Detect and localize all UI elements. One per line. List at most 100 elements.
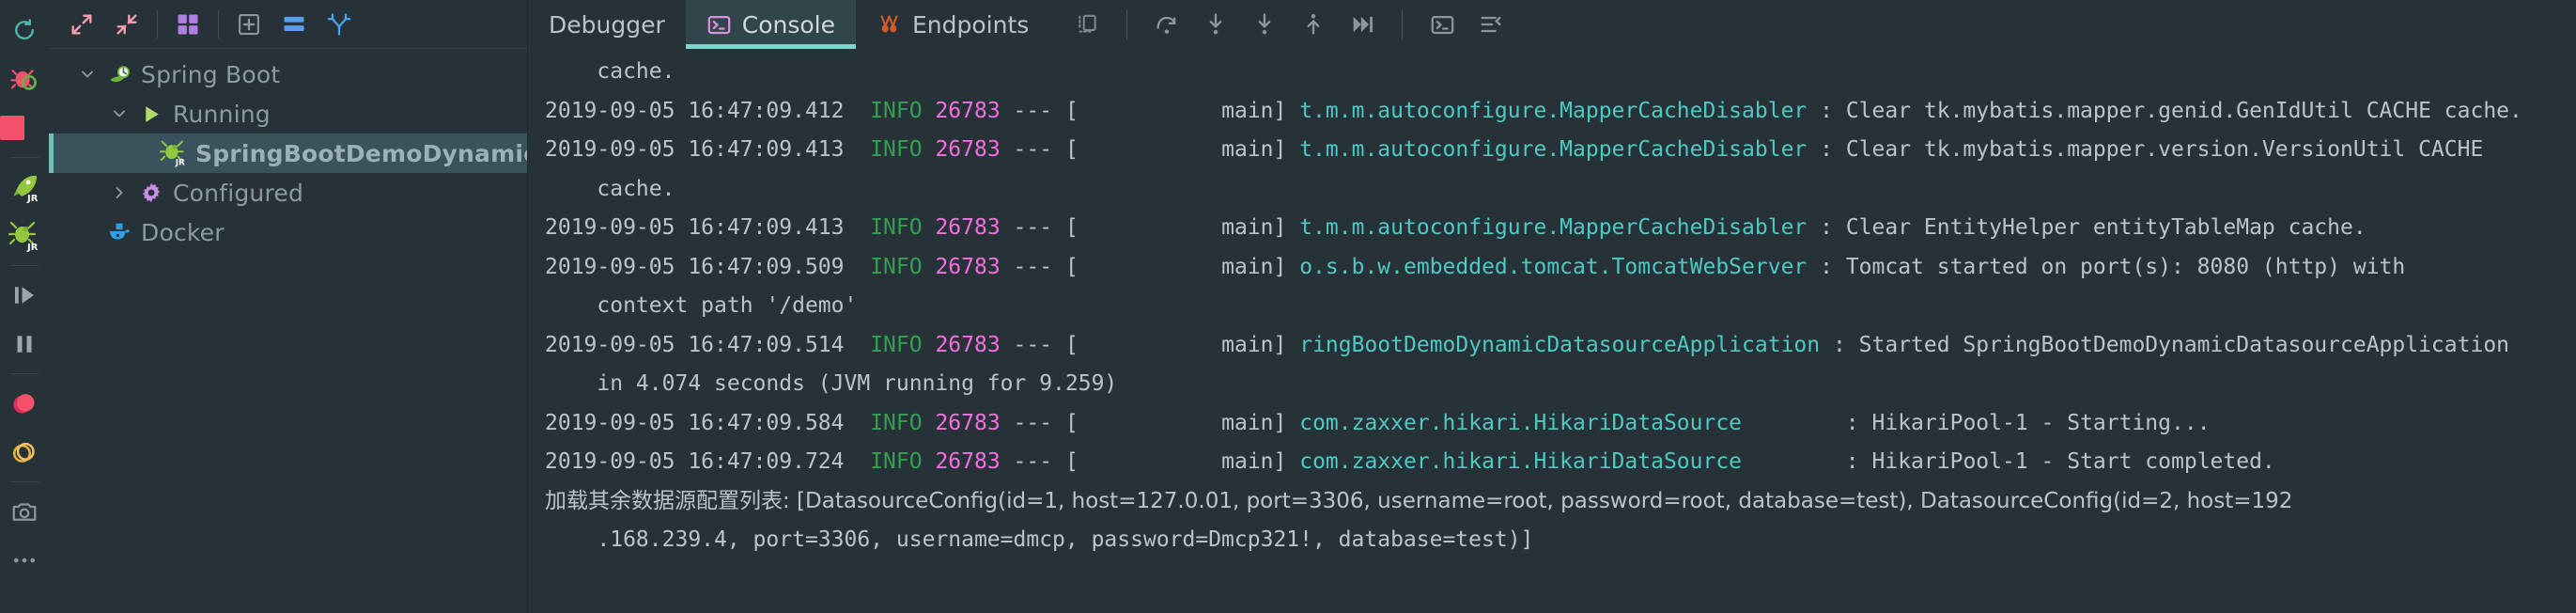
tab-console[interactable]: Console <box>685 0 857 49</box>
log-token-thread: [ main] <box>1064 215 1287 240</box>
log-token-date: 2019-09-05 16:47:09.413 <box>545 137 871 162</box>
log-token-thread: [ main] <box>1064 449 1287 474</box>
log-token-pid: 26783 <box>935 410 1001 435</box>
chevron-down-icon[interactable] <box>103 104 135 123</box>
svg-text:JR: JR <box>175 158 185 167</box>
tab-endpoints[interactable]: Endpoints <box>856 0 1049 49</box>
run-to-cursor-icon[interactable] <box>1338 0 1387 49</box>
console-log-line: in 4.074 seconds (JVM running for 9.259) <box>528 365 2576 404</box>
mute-breakpoints-icon[interactable] <box>3 428 46 477</box>
step-over-icon[interactable] <box>1142 0 1191 49</box>
settings-lines-icon[interactable] <box>1466 0 1515 49</box>
log-token-logger: com.zaxxer.hikari.HikariDataSource <box>1299 449 1743 474</box>
log-token-logger: com.zaxxer.hikari.HikariDataSource <box>1299 410 1743 435</box>
log-token-plain <box>1052 255 1065 279</box>
log-token-plain <box>1001 333 1014 357</box>
stop-icon[interactable] <box>0 103 46 152</box>
more-icon[interactable] <box>3 536 46 585</box>
tree-node-running[interactable]: Running <box>49 94 527 134</box>
log-token-msg: Tomcat started on port(s): 8080 (http) w… <box>1845 254 2406 279</box>
console-area: Debugger Console Endpoints cache. 2019-0… <box>528 0 2576 613</box>
console-log-line: context path '/demo' <box>528 287 2576 326</box>
log-token-plain <box>1052 449 1065 474</box>
log-token-dash: --- <box>1013 98 1053 123</box>
log-token-info: INFO <box>870 449 923 474</box>
log-token-plain <box>1001 411 1014 435</box>
rail-divider <box>9 157 39 158</box>
log-token-pid: 26783 <box>935 137 1001 162</box>
collapse-all-icon[interactable] <box>105 4 148 45</box>
chevron-down-icon[interactable] <box>71 65 103 84</box>
log-token-dash: --- <box>1013 449 1053 474</box>
log-token-plain <box>1001 255 1014 279</box>
tab-label: Debugger <box>549 10 665 39</box>
console-log-output[interactable]: cache. 2019-09-05 16:47:09.412 INFO 26783… <box>528 49 2576 613</box>
log-token-date: 2019-09-05 16:47:09.412 <box>545 98 871 123</box>
tree-label: Running <box>173 100 271 128</box>
log-token-logger: t.m.m.autoconfigure.MapperCacheDisabler <box>1299 215 1808 240</box>
tree-node-spring-boot[interactable]: Spring Boot <box>49 55 527 94</box>
spring-leaf-icon <box>103 62 135 87</box>
pause-icon[interactable] <box>3 320 46 369</box>
log-token-pid: 26783 <box>935 254 1001 279</box>
console-log-line: 2019-09-05 16:47:09.724 INFO 26783 --- [… <box>528 443 2576 482</box>
rerun-icon[interactable] <box>3 6 46 55</box>
log-token-date: 2019-09-05 16:47:09.413 <box>545 215 871 240</box>
log-token-plain <box>923 215 936 240</box>
log-token-plain: : <box>1807 98 1846 123</box>
step-over-icon[interactable] <box>3 271 46 320</box>
log-token-msg: Started SpringBootDemoDynamicDatasourceA… <box>1858 332 2510 357</box>
log-token-date: 2019-09-05 16:47:09.584 <box>545 410 871 435</box>
step-into-icon[interactable] <box>1191 0 1240 49</box>
log-token-dash: --- <box>1013 410 1053 435</box>
run-dashboard-panel: Spring Boot Running JR SpringBootDemoDyn… <box>49 0 528 613</box>
console-terminal-icon <box>706 12 732 38</box>
log-token-plain <box>1052 99 1065 123</box>
tree-node-docker[interactable]: Docker <box>49 212 527 252</box>
toolbar-divider <box>218 9 219 39</box>
log-token-logger: ringBootDemoDynamicDatasourceApplication <box>1299 332 1821 357</box>
group-icon[interactable] <box>166 4 209 45</box>
log-token-plain <box>1286 255 1299 279</box>
tab-debugger[interactable]: Debugger <box>528 0 686 49</box>
layout-icon[interactable] <box>272 4 316 45</box>
console-log-line: 2019-09-05 16:47:09.412 INFO 26783 --- [… <box>528 92 2576 132</box>
log-token-dash: --- <box>1013 215 1053 240</box>
layout-settings-icon[interactable] <box>1063 0 1111 49</box>
log-token-msg: HikariPool-1 - Start completed. <box>1871 449 2275 474</box>
log-token-dash: --- <box>1013 254 1053 279</box>
bug-jr-icon[interactable]: JR <box>3 212 46 260</box>
docker-whale-icon <box>103 219 135 245</box>
branch-icon[interactable] <box>318 4 361 45</box>
expand-all-icon[interactable] <box>60 4 103 45</box>
evaluate-expression-icon[interactable] <box>1418 0 1466 49</box>
log-token-plain <box>1052 137 1065 162</box>
tab-label: Endpoints <box>912 10 1030 39</box>
console-log-line: 2019-09-05 16:47:09.413 INFO 26783 --- [… <box>528 131 2576 170</box>
log-token-plain: cache. <box>545 176 675 201</box>
rocket-jr-icon[interactable]: JR <box>3 163 46 212</box>
log-token-plain <box>923 333 936 357</box>
add-configuration-icon[interactable] <box>227 4 271 45</box>
console-log-line: 加载其余数据源配置列表: [DatasourceConfig(id=1, hos… <box>528 482 2576 522</box>
run-controls <box>1049 0 1529 49</box>
log-token-plain <box>1286 99 1299 123</box>
log-token-plain <box>1052 411 1065 435</box>
log-token-logger: t.m.m.autoconfigure.MapperCacheDisabler <box>1299 98 1808 123</box>
force-step-into-icon[interactable] <box>1240 0 1289 49</box>
step-out-icon[interactable] <box>1289 0 1338 49</box>
bug-jr-icon: JR <box>158 139 190 167</box>
log-token-date: 2019-09-05 16:47:09.724 <box>545 449 871 474</box>
log-token-zh: 加载其余数据源配置列表: [DatasourceConfig(id=1, hos… <box>545 488 2293 513</box>
log-token-msg: Clear tk.mybatis.mapper.version.VersionU… <box>1845 137 2484 162</box>
log-token-plain: : <box>1807 215 1846 240</box>
tree-node-springbootdemodynamicdatasource[interactable]: JR SpringBootDemoDynamicDa <box>49 134 527 173</box>
log-token-plain <box>923 411 936 435</box>
breakpoint-icon[interactable] <box>3 379 46 428</box>
camera-icon[interactable] <box>3 487 46 536</box>
chevron-right-icon[interactable] <box>103 183 135 202</box>
log-token-plain <box>1001 99 1014 123</box>
debug-bug-icon[interactable] <box>3 55 46 103</box>
tree-node-configured[interactable]: Configured <box>49 173 527 212</box>
svg-text:JR: JR <box>26 243 39 252</box>
